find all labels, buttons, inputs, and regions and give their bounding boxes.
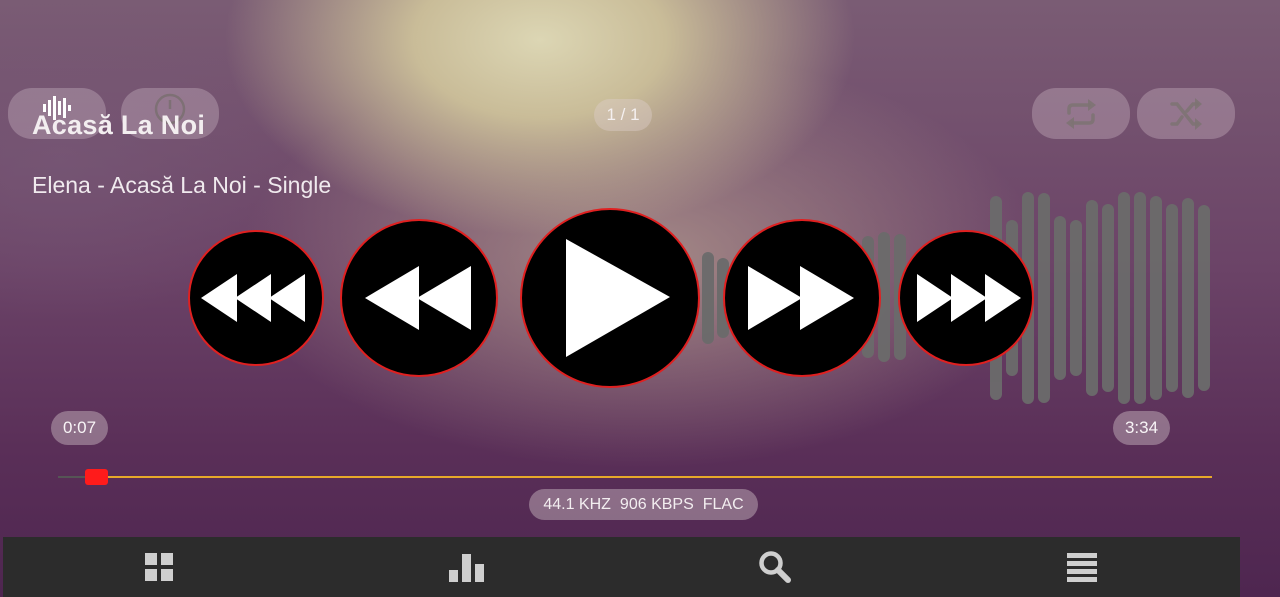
forward-icon <box>748 266 854 330</box>
track-counter: 1 / 1 <box>594 99 652 131</box>
forward-button[interactable] <box>723 219 881 377</box>
grid-icon <box>145 553 173 581</box>
fast-rewind-icon <box>201 274 305 322</box>
search-icon <box>759 551 791 583</box>
song-subtitle: Elena - Acasă La Noi - Single <box>32 172 332 198</box>
repeat-icon <box>1066 98 1096 129</box>
bar-chart-icon <box>449 554 484 582</box>
repeat-button[interactable] <box>1032 88 1130 139</box>
fast-forward-icon <box>917 274 1021 322</box>
audio-format-badge: 44.1 KHZ 906 KBPS FLAC <box>529 489 758 520</box>
nav-menu[interactable] <box>1022 537 1142 597</box>
fast-rewind-button[interactable] <box>188 230 324 366</box>
bottom-navigation <box>3 537 1240 597</box>
seek-bar[interactable] <box>58 476 1212 478</box>
bitrate: 906 KBPS <box>619 495 694 513</box>
song-title: Acasă La Noi <box>32 110 206 140</box>
shuffle-button[interactable] <box>1137 88 1235 139</box>
nav-library[interactable] <box>99 537 219 597</box>
rewind-icon <box>365 266 471 330</box>
fast-forward-button[interactable] <box>898 230 1034 366</box>
total-duration: 3:34 <box>1113 411 1170 445</box>
seek-thumb[interactable] <box>85 469 109 485</box>
shuffle-icon <box>1170 97 1202 130</box>
play-icon <box>566 239 670 357</box>
codec: FLAC <box>702 495 744 513</box>
sample-rate: 44.1 KHZ <box>543 495 611 513</box>
nav-equalizer[interactable] <box>407 537 527 597</box>
menu-icon <box>1067 553 1097 582</box>
elapsed-time: 0:07 <box>51 411 108 445</box>
rewind-button[interactable] <box>340 219 498 377</box>
play-button[interactable] <box>520 208 700 388</box>
nav-search[interactable] <box>715 537 835 597</box>
